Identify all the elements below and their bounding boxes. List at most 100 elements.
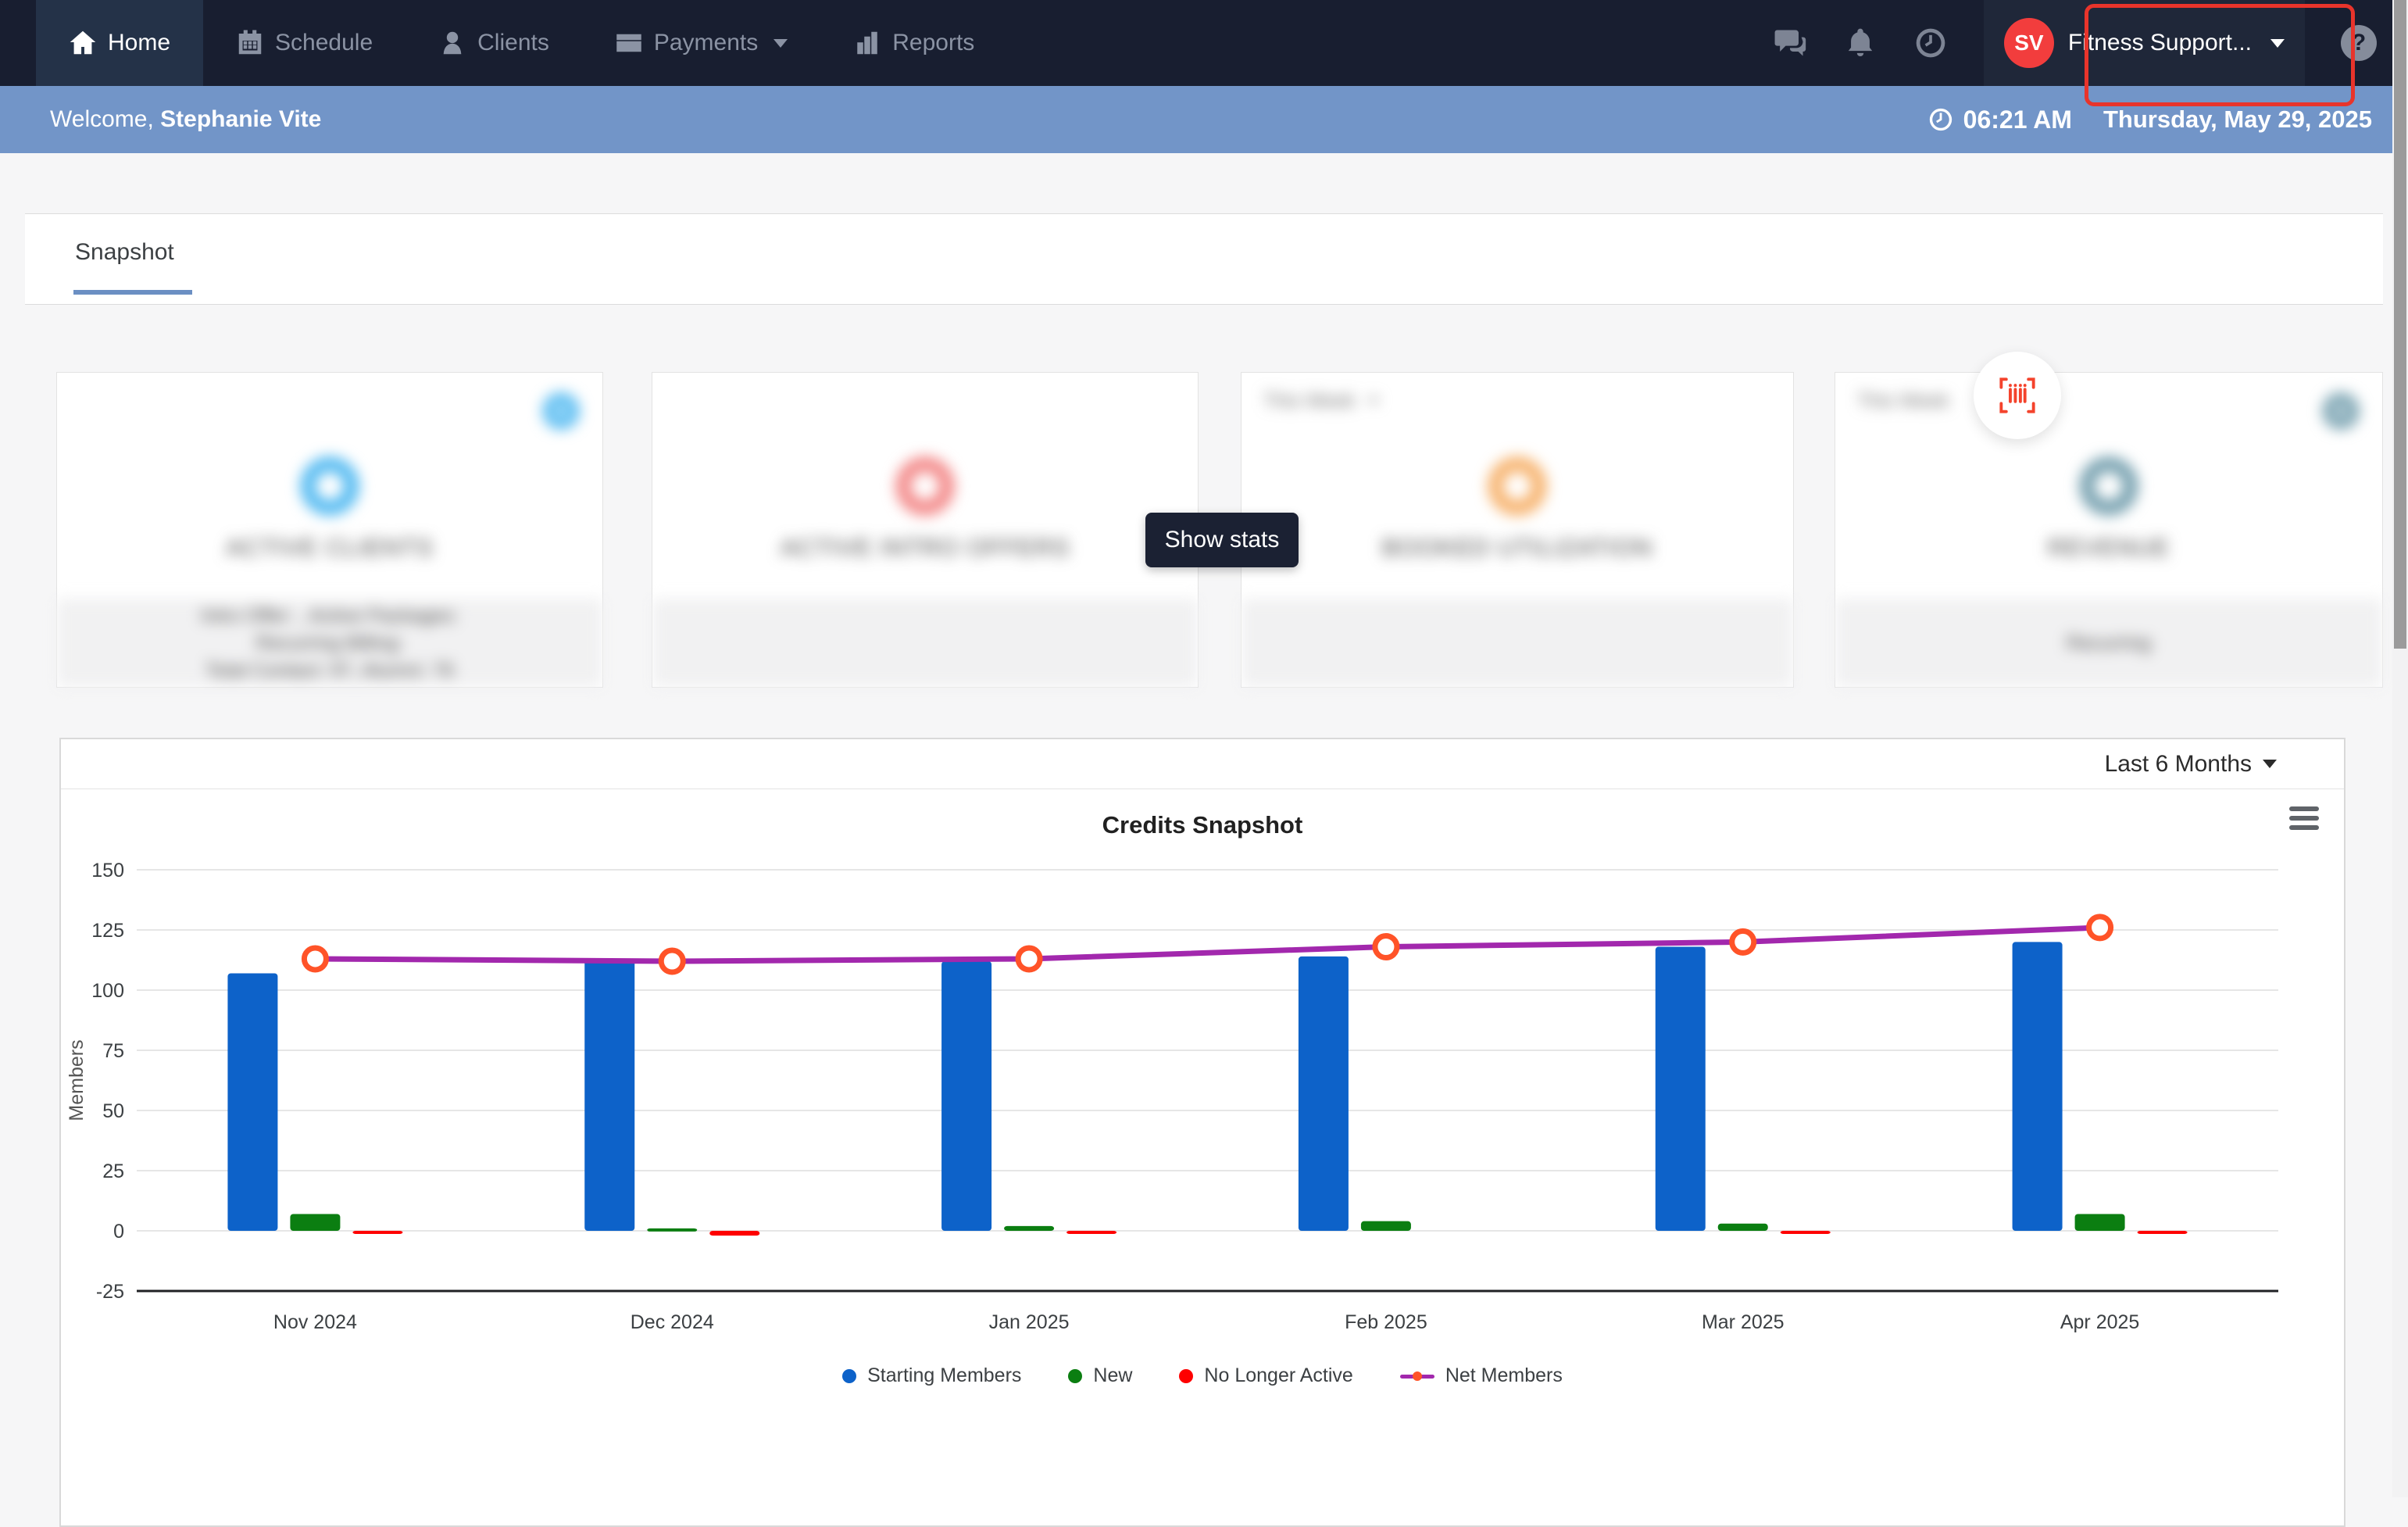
- card-booked-utilization[interactable]: This Week BOOKED UTILIZATION: [1241, 372, 1794, 688]
- chart-bar[interactable]: [1655, 946, 1706, 1231]
- nav-item-clients[interactable]: Clients: [406, 0, 582, 86]
- card-top: ACTIVE CLIENTS: [57, 373, 602, 601]
- y-tick-label: 100: [91, 980, 124, 1002]
- period-label: This Week: [1263, 390, 1356, 412]
- chart-bar[interactable]: [584, 958, 635, 1231]
- nav-item-label: Payments: [653, 30, 759, 55]
- bar-chart-icon: [857, 31, 877, 55]
- period-label: This Week: [1857, 390, 1949, 412]
- chart-marker[interactable]: [2086, 914, 2114, 942]
- nav-item-label: Home: [108, 30, 171, 55]
- net-members-marker-icon: [1399, 1369, 1434, 1383]
- legend-dot-icon: [1179, 1368, 1194, 1383]
- chart-marker[interactable]: [1015, 945, 1043, 973]
- chart-marker[interactable]: [1372, 933, 1400, 961]
- legend-item[interactable]: Net Members: [1399, 1364, 1563, 1387]
- welcome-user-name: Stephanie Vite: [160, 106, 322, 132]
- chart-bar[interactable]: [709, 1231, 760, 1236]
- chart-bar[interactable]: [227, 973, 278, 1231]
- period-select[interactable]: This Week: [1857, 390, 1949, 413]
- chart-bar[interactable]: [1066, 1231, 1117, 1234]
- nav-item-payments[interactable]: Payments: [582, 0, 820, 86]
- card-footer: [1242, 599, 1793, 687]
- chart-bar[interactable]: [1298, 956, 1349, 1231]
- legend-item[interactable]: Starting Members: [842, 1364, 1021, 1387]
- x-tick-label: Mar 2025: [1702, 1311, 1785, 1333]
- show-stats-button[interactable]: Show stats: [1145, 513, 1299, 567]
- caret-down-icon: [2270, 38, 2285, 48]
- y-tick-label: 50: [102, 1100, 124, 1122]
- user-menu[interactable]: SV Fitness Support...: [1983, 0, 2305, 86]
- add-icon[interactable]: [2323, 393, 2359, 429]
- period-select[interactable]: This Week: [1263, 390, 1379, 413]
- x-tick-label: Feb 2025: [1345, 1311, 1427, 1333]
- chart-bar[interactable]: [647, 1228, 698, 1232]
- legend-item[interactable]: New: [1068, 1364, 1132, 1387]
- card-revenue[interactable]: This Week REVENUE Recurring: [1835, 372, 2383, 688]
- stat-ring: [301, 457, 359, 515]
- card-active-clients[interactable]: ACTIVE CLIENTS Intro Offer: , Active Pac…: [56, 372, 603, 688]
- credits-snapshot-panel: Last 6 Months Credits Snapshot 150 125 100…: [59, 738, 2345, 1527]
- tab-active-underline: [73, 290, 192, 295]
- chart-bar[interactable]: [941, 961, 992, 1231]
- bell-icon[interactable]: [1843, 26, 1877, 60]
- stat-ring: [2080, 457, 2138, 515]
- nav-item-home[interactable]: Home: [36, 0, 204, 86]
- card-active-intro-offers[interactable]: ACTIVE INTRO OFFERS: [652, 372, 1199, 688]
- card-top: This Week REVENUE: [1835, 373, 2382, 601]
- chart-bar[interactable]: [352, 1231, 403, 1234]
- clock-icon: [1929, 108, 1952, 131]
- card-blur-content: ACTIVE CLIENTS Intro Offer: , Active Pac…: [57, 373, 602, 687]
- card-top: This Week BOOKED UTILIZATION: [1242, 373, 1793, 601]
- x-tick-label: Apr 2025: [2060, 1311, 2139, 1333]
- legend-item[interactable]: No Longer Active: [1179, 1364, 1353, 1387]
- card-footer: Intro Offer: , Active Packages: Recurrin…: [57, 599, 602, 687]
- legend-dot-icon: [842, 1368, 857, 1383]
- nav-item-reports[interactable]: Reports: [820, 0, 1007, 86]
- page-scrollbar[interactable]: [2392, 0, 2408, 1497]
- chart-bar[interactable]: [2012, 942, 2063, 1231]
- footer-line: Intro Offer: , Active Packages:: [200, 605, 459, 627]
- range-select[interactable]: Last 6 Months: [2105, 751, 2252, 778]
- scrollbar-thumb[interactable]: [2394, 0, 2406, 649]
- help-icon[interactable]: ?: [2341, 25, 2377, 61]
- y-tick-label: 125: [91, 920, 124, 942]
- tab-snapshot[interactable]: Snapshot: [75, 239, 174, 266]
- chart-bar[interactable]: [1780, 1231, 1831, 1234]
- y-tick-label: 150: [91, 860, 124, 882]
- y-tick-label: 25: [102, 1160, 124, 1182]
- barcode-scan-button[interactable]: [1974, 352, 2061, 439]
- x-tick-label: Jan 2025: [989, 1311, 1070, 1333]
- nav-item-schedule[interactable]: Schedule: [203, 0, 406, 86]
- y-tick-label: 0: [113, 1221, 124, 1243]
- chart-bar[interactable]: [1717, 1223, 1768, 1231]
- chart-marker[interactable]: [1729, 928, 1757, 956]
- caret-down-icon: [1367, 398, 1379, 405]
- chart-marker[interactable]: [301, 945, 329, 973]
- chart-marker[interactable]: [658, 947, 686, 975]
- clock-icon[interactable]: [1913, 26, 1948, 60]
- welcome-datetime: 06:21 AM Thursday, May 29, 2025: [1927, 105, 2372, 134]
- nav-item-label: Schedule: [275, 30, 373, 55]
- stat-ring: [896, 457, 954, 515]
- welcome-bar: Welcome, Stephanie Vite 06:21 AM Thursda…: [0, 86, 2392, 153]
- home-icon: [70, 30, 96, 55]
- chart-bar[interactable]: [290, 1214, 341, 1231]
- chart-legend: Starting Members New No Longer Active Net M…: [61, 1364, 2344, 1387]
- chat-icon[interactable]: [1773, 26, 1807, 60]
- nav-right-group: SV Fitness Support... ?: [1773, 0, 2377, 86]
- top-nav: Home Schedule Clients Payments Reports S…: [0, 0, 2392, 86]
- add-icon[interactable]: [543, 393, 579, 429]
- legend-label: No Longer Active: [1204, 1364, 1353, 1386]
- chart-bar[interactable]: [1360, 1221, 1411, 1231]
- chart-bar[interactable]: [2074, 1214, 2125, 1231]
- legend-label: Net Members: [1445, 1364, 1563, 1386]
- card-footer: [652, 599, 1198, 687]
- chart-bar[interactable]: [1004, 1225, 1055, 1231]
- caret-down-icon: [773, 38, 788, 48]
- caret-down-icon: [2263, 760, 2277, 768]
- chart-menu-icon[interactable]: [2289, 806, 2319, 830]
- y-tick-label: -25: [96, 1281, 124, 1303]
- chart-bar[interactable]: [2137, 1231, 2188, 1234]
- card-footer: Recurring: [1835, 599, 2382, 687]
